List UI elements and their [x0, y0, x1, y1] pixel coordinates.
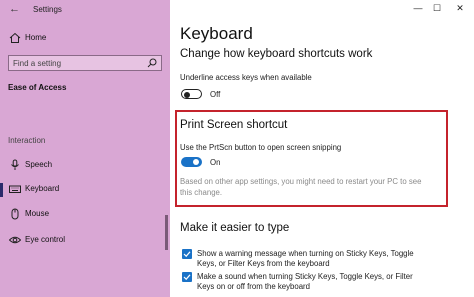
checkbox-label: Make a sound when turning Sticky Keys, T… — [197, 272, 413, 281]
microphone-icon — [11, 159, 19, 170]
minimize-button[interactable]: — — [411, 3, 425, 13]
back-arrow-icon[interactable]: ← — [9, 3, 20, 15]
sidebar-item-eye-control[interactable]: Eye control — [0, 231, 170, 251]
section-title: Ease of Access — [8, 83, 67, 92]
page-title: Keyboard — [180, 24, 253, 43]
print-screen-heading: Print Screen shortcut — [180, 119, 288, 131]
keyboard-icon — [9, 185, 21, 193]
restart-note-line2: this change. — [180, 188, 223, 197]
toggle-knob — [184, 91, 190, 98]
main-content: — ☐ ✕ Keyboard Change how keyboard short… — [170, 0, 474, 297]
checkbox-label-line2: Keys on or off from the keyboard — [197, 282, 310, 291]
sidebar: ← Settings Home Find a setting Ease of A… — [0, 0, 170, 297]
group-label: Interaction — [8, 136, 46, 145]
checkmark-icon — [183, 274, 191, 281]
search-icon — [147, 58, 157, 68]
easier-to-type-heading: Make it easier to type — [180, 222, 290, 234]
toggle-state-label: Off — [210, 90, 221, 99]
maximize-button[interactable]: ☐ — [430, 3, 444, 14]
restart-note: Based on other app settings, you might n… — [180, 177, 422, 186]
sidebar-item-label: Home — [25, 33, 47, 42]
search-input[interactable]: Find a setting — [8, 55, 162, 71]
eye-icon — [9, 236, 21, 244]
close-button[interactable]: ✕ — [453, 3, 467, 14]
warning-message-checkbox[interactable] — [182, 249, 192, 259]
sidebar-scrollbar[interactable] — [165, 215, 168, 250]
shortcuts-heading: Change how keyboard shortcuts work — [180, 48, 373, 60]
sidebar-item-label: Mouse — [25, 209, 50, 218]
window-title: Settings — [33, 5, 62, 14]
checkbox-label: Show a warning message when turning on S… — [197, 249, 414, 258]
sidebar-item-label: Eye control — [25, 235, 66, 244]
sidebar-item-label: Speech — [25, 160, 53, 169]
home-icon — [9, 32, 21, 43]
make-sound-checkbox[interactable] — [182, 272, 192, 282]
underline-access-keys-label: Underline access keys when available — [180, 73, 312, 82]
sidebar-item-home[interactable]: Home — [0, 29, 170, 49]
search-placeholder: Find a setting — [13, 59, 62, 68]
checkbox-label-line2: Keys, or Filter Keys from the keyboard — [197, 259, 330, 268]
toggle-state-label: On — [210, 158, 221, 167]
sidebar-item-keyboard[interactable]: Keyboard — [0, 180, 170, 200]
sidebar-item-mouse[interactable]: Mouse — [0, 205, 170, 225]
underline-access-keys-toggle[interactable] — [181, 89, 202, 99]
prtscn-toggle[interactable] — [181, 157, 202, 167]
checkmark-icon — [183, 251, 191, 258]
sidebar-item-speech[interactable]: Speech — [0, 156, 170, 176]
sidebar-titlebar: ← Settings — [0, 0, 170, 20]
mouse-icon — [11, 208, 19, 220]
toggle-knob — [193, 159, 199, 165]
sidebar-item-label: Keyboard — [25, 184, 60, 193]
prtscn-label: Use the PrtScn button to open screen sni… — [180, 143, 342, 152]
